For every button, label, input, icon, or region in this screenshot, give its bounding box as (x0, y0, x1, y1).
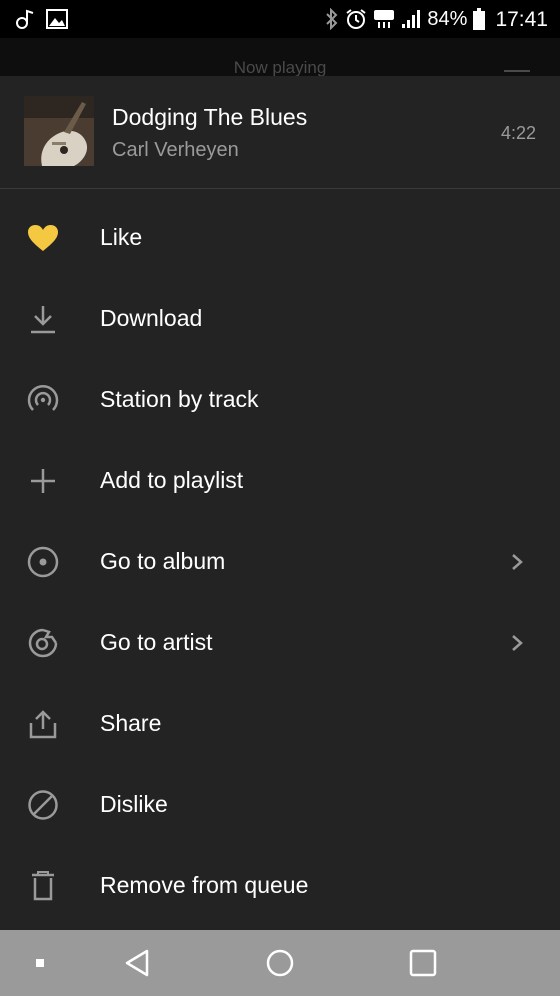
recents-icon[interactable] (409, 949, 437, 977)
status-left (14, 8, 68, 30)
menu-label-dislike: Dislike (100, 791, 168, 817)
trash-icon (26, 869, 60, 903)
menu-item-like[interactable]: Like (0, 197, 560, 278)
back-icon[interactable] (123, 948, 151, 978)
heart-icon (26, 221, 60, 255)
battery-icon (473, 8, 486, 30)
menu-label-add-to-playlist: Add to playlist (100, 467, 244, 493)
plus-icon (26, 464, 60, 498)
battery-percent: 84% (427, 8, 468, 30)
status-bar: 84% 17:41 (0, 0, 560, 38)
menu-item-go-to-artist[interactable]: Go to artist (0, 602, 560, 683)
track-header: Dodging The Blues Carl Verheyen 4:22 (0, 76, 560, 189)
track-options-menu: Like Download Station by track Add to pl… (0, 197, 560, 926)
queue-menu-icon (504, 70, 530, 72)
music-note-icon (14, 8, 36, 30)
dot-icon[interactable] (35, 958, 45, 968)
menu-item-station-by-track[interactable]: Station by track (0, 359, 560, 440)
menu-item-dislike[interactable]: Dislike (0, 764, 560, 845)
bluetooth-icon (325, 8, 339, 30)
menu-label-share: Share (100, 710, 162, 736)
menu-label-remove-from-queue: Remove from queue (100, 872, 309, 898)
home-icon[interactable] (265, 948, 295, 978)
track-title: Dodging The Blues (112, 104, 308, 130)
chevron-right-icon (508, 553, 526, 571)
menu-label-download: Download (100, 305, 203, 331)
album-art (24, 96, 94, 166)
share-icon (26, 707, 60, 741)
screen: 84% 17:41 Now playing Dodging The Blues … (0, 0, 560, 996)
menu-item-download[interactable]: Download (0, 278, 560, 359)
status-time: 17:41 (495, 7, 548, 31)
system-nav-bar (0, 930, 560, 996)
image-icon (46, 9, 68, 29)
now-playing-header: Now playing (0, 38, 560, 85)
status-right: 84% 17:41 (325, 8, 548, 30)
alarm-icon (345, 8, 367, 30)
menu-label-like: Like (100, 224, 143, 250)
block-icon (26, 788, 60, 822)
radio-icon (26, 383, 60, 417)
now-playing-title: Now playing (233, 58, 327, 77)
chevron-right-icon (508, 634, 526, 652)
track-duration: 4:22 (500, 123, 536, 143)
track-artist: Carl Verheyen (112, 139, 239, 161)
menu-item-share[interactable]: Share (0, 683, 560, 764)
download-icon (26, 302, 60, 336)
menu-label-go-to-artist: Go to artist (100, 629, 213, 655)
album-icon (26, 545, 60, 579)
menu-item-go-to-album[interactable]: Go to album (0, 521, 560, 602)
artist-icon (26, 626, 60, 660)
menu-item-add-to-playlist[interactable]: Add to playlist (0, 440, 560, 521)
track-options-sheet: Dodging The Blues Carl Verheyen 4:22 Lik… (0, 76, 560, 930)
menu-item-remove-from-queue[interactable]: Remove from queue (0, 845, 560, 926)
signal-icon (401, 9, 421, 29)
menu-label-station-by-track: Station by track (100, 386, 259, 412)
menu-label-go-to-album: Go to album (100, 548, 226, 574)
network-badge-icon (373, 8, 395, 30)
